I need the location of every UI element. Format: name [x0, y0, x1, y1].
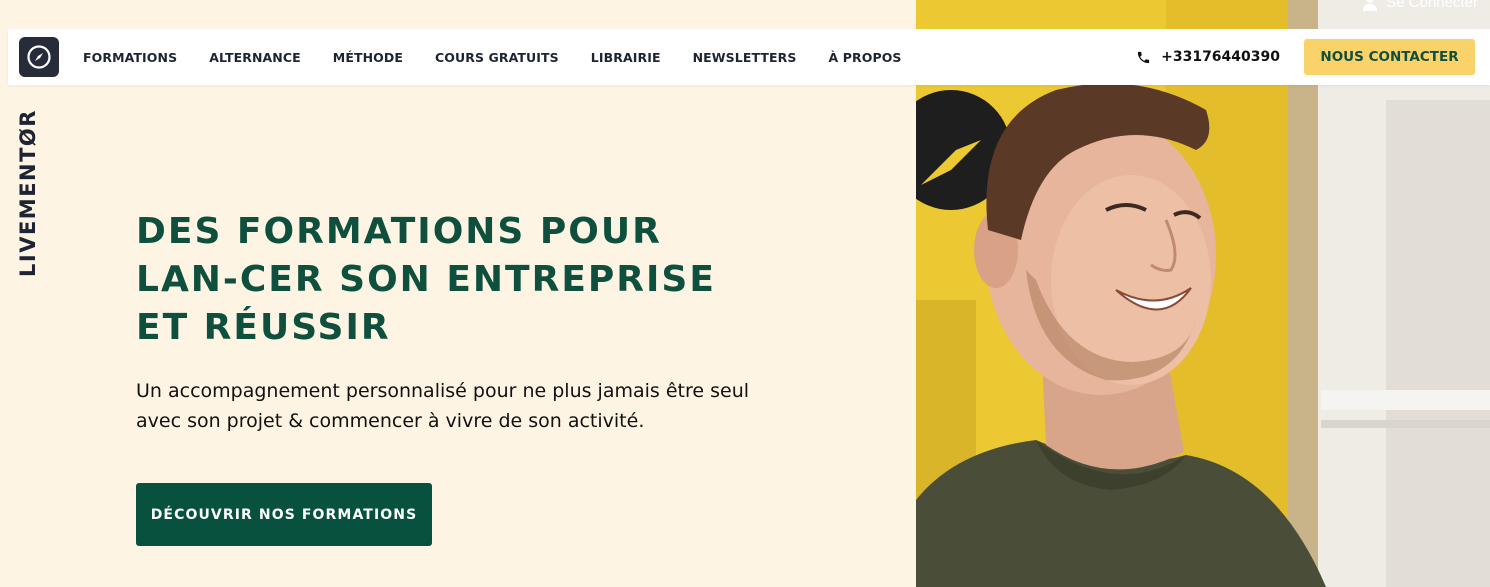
hero-photo — [916, 0, 1490, 587]
navbar: FORMATIONS ALTERNANCE MÉTHODE COURS GRAT… — [8, 29, 1490, 85]
brand-wordmark: LIVEMENTØR — [16, 109, 40, 277]
nav-right: +33176440390 NOUS CONTACTER — [1136, 39, 1490, 75]
main-menu: FORMATIONS ALTERNANCE MÉTHODE COURS GRAT… — [83, 50, 902, 65]
menu-item-alternance[interactable]: ALTERNANCE — [209, 50, 301, 65]
logo-button[interactable] — [19, 37, 59, 77]
menu-item-librairie[interactable]: LIBRAIRIE — [591, 50, 661, 65]
login-label: Se Connecter — [1386, 0, 1478, 11]
discover-formations-button[interactable]: DÉCOUVRIR NOS FORMATIONS — [136, 483, 432, 546]
phone-number: +33176440390 — [1161, 49, 1280, 65]
menu-item-cours-gratuits[interactable]: COURS GRATUITS — [435, 50, 559, 65]
phone-icon — [1137, 51, 1150, 63]
compass-logo-icon — [27, 45, 51, 69]
hero-photo-illustration — [916, 0, 1490, 587]
contact-button[interactable]: NOUS CONTACTER — [1304, 39, 1475, 75]
menu-item-a-propos[interactable]: À PROPOS — [829, 50, 902, 65]
menu-item-methode[interactable]: MÉTHODE — [333, 50, 403, 65]
login-link[interactable]: Se Connecter — [1362, 0, 1478, 11]
hero-title: DES FORMATIONS POUR LAN-CER SON ENTREPRI… — [136, 211, 716, 348]
menu-item-newsletters[interactable]: NEWSLETTERS — [693, 50, 797, 65]
hero-subtitle: Un accompagnement personnalisé pour ne p… — [136, 380, 750, 432]
user-icon — [1363, 0, 1378, 11]
menu-item-formations[interactable]: FORMATIONS — [83, 50, 177, 65]
phone-link[interactable]: +33176440390 — [1136, 49, 1280, 65]
